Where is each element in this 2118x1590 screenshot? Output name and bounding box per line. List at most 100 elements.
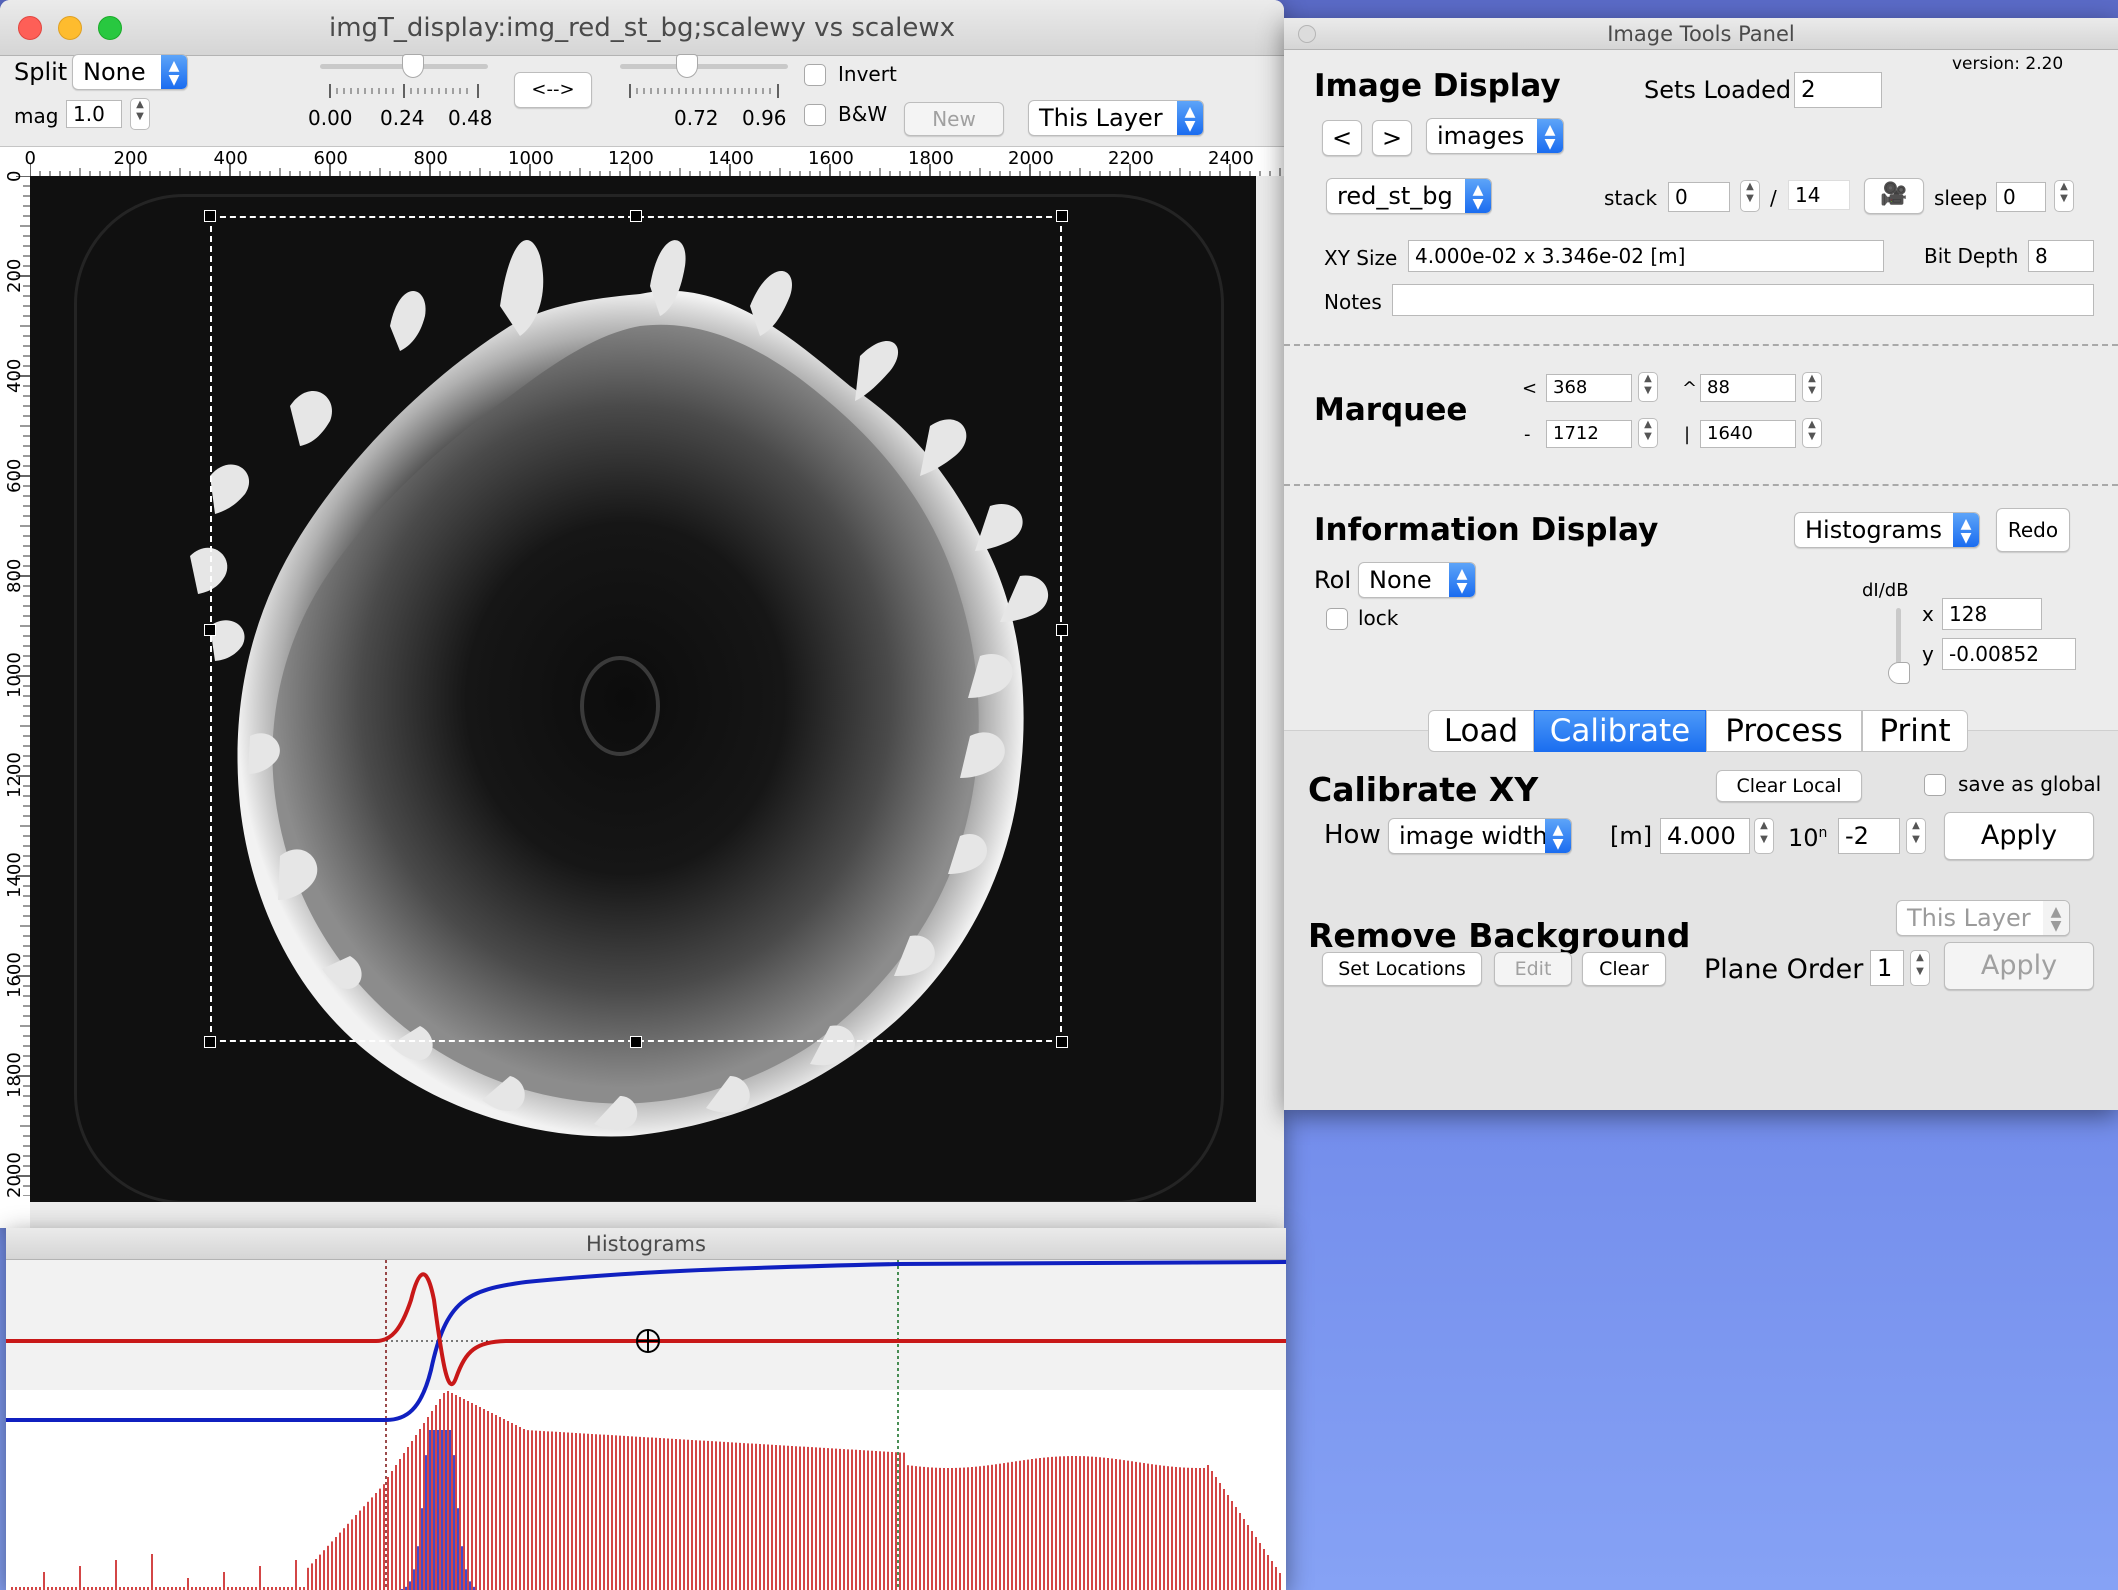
x-value-field: 128 — [1942, 598, 2042, 630]
marquee-handle[interactable] — [1056, 210, 1068, 222]
edit-button[interactable]: Edit — [1494, 952, 1572, 986]
sets-loaded-field[interactable]: 2 — [1794, 72, 1882, 108]
bw-label: B&W — [838, 102, 888, 126]
panel-titlebar[interactable]: Image Tools Panel — [1284, 18, 2118, 50]
marquee-left-stepper[interactable]: ▲ ▼ — [1638, 372, 1658, 402]
info-mode-select[interactable]: Histograms ▲ ▼ — [1794, 512, 1980, 548]
sleep-stepper[interactable]: ▲ ▼ — [2054, 180, 2074, 212]
marquee-handle[interactable] — [204, 624, 216, 636]
redo-button[interactable]: Redo — [1996, 508, 2070, 552]
marquee-height-field[interactable]: 1640 — [1700, 420, 1796, 448]
sleep-label: sleep — [1934, 186, 1988, 210]
slider1-tick-0: 0.00 — [308, 106, 353, 130]
y-ruler-tick-label: 200 — [4, 258, 25, 293]
background-layer-select[interactable]: This Layer ▲ ▼ — [1896, 900, 2070, 936]
calibrate-value-stepper[interactable]: ▲ ▼ — [1754, 818, 1774, 854]
marquee-width-symbol: - — [1524, 424, 1531, 445]
exponent-stepper[interactable]: ▲ ▼ — [1906, 818, 1926, 854]
remove-background-heading: Remove Background — [1308, 916, 1691, 955]
unit-label: [m] — [1610, 822, 1653, 850]
image-window-title: imgT_display:img_red_st_bg;scalewy vs sc… — [328, 13, 956, 43]
mag-field[interactable]: 1.0 — [66, 100, 122, 128]
slider-thumb[interactable] — [676, 54, 698, 78]
marquee-top-symbol: ^ — [1682, 378, 1698, 399]
slider2-tick-1: 0.96 — [742, 106, 787, 130]
calibrate-value-field[interactable]: 4.000 — [1660, 818, 1750, 854]
swap-range-button[interactable]: <--> — [514, 72, 592, 108]
save-as-global-checkbox[interactable] — [1924, 774, 1946, 796]
plane-order-stepper[interactable]: ▲ ▼ — [1910, 950, 1930, 986]
source-select-value: images — [1437, 122, 1525, 150]
didb-slider[interactable] — [1888, 608, 1910, 686]
split-label: Split — [14, 58, 68, 86]
panel-close-button[interactable] — [1298, 25, 1316, 43]
y-ruler-tick-label: 1600 — [4, 952, 25, 998]
high-level-slider[interactable] — [620, 54, 788, 100]
marquee-handle[interactable] — [1056, 624, 1068, 636]
stack-stepper[interactable]: ▲ ▼ — [1740, 180, 1760, 212]
tab-load[interactable]: Load — [1428, 710, 1534, 752]
marquee-width-stepper[interactable]: ▲ ▼ — [1638, 418, 1658, 448]
x-value-label: x — [1922, 602, 1934, 626]
close-window-button[interactable] — [18, 16, 42, 40]
y-ruler-tick-label: 1800 — [4, 1052, 25, 1098]
x-ruler-tick-label: 2000 — [1008, 148, 1054, 169]
marquee-left-field[interactable]: 368 — [1546, 374, 1632, 402]
image-canvas[interactable] — [30, 176, 1256, 1202]
minimize-window-button[interactable] — [58, 16, 82, 40]
marquee-handle[interactable] — [1056, 1036, 1068, 1048]
histogram-window: Histograms — [6, 1228, 1286, 1590]
calibrate-apply-button[interactable]: Apply — [1944, 812, 2094, 860]
sleep-field[interactable]: 0 — [1996, 182, 2046, 212]
histogram-plot[interactable] — [6, 1260, 1286, 1590]
background-apply-button[interactable]: Apply — [1944, 942, 2094, 990]
plane-order-field[interactable]: 1 — [1870, 950, 1904, 986]
clear-button[interactable]: Clear — [1582, 952, 1666, 986]
invert-checkbox[interactable] — [804, 64, 826, 86]
exponent-field[interactable]: -2 — [1838, 818, 1900, 854]
marquee-selection[interactable] — [210, 216, 1062, 1042]
marquee-width-field[interactable]: 1712 — [1546, 420, 1632, 448]
layer-select[interactable]: This Layer ▲ ▼ — [1028, 100, 1204, 136]
tab-process[interactable]: Process — [1706, 710, 1862, 752]
slider1-tick-2: 0.48 — [448, 106, 493, 130]
marquee-top-field[interactable]: 88 — [1700, 374, 1796, 402]
marquee-height-stepper[interactable]: ▲ ▼ — [1802, 418, 1822, 448]
split-select[interactable]: None ▲ ▼ — [72, 54, 188, 90]
source-select[interactable]: images ▲ ▼ — [1426, 118, 1564, 154]
low-level-slider[interactable] — [320, 54, 488, 100]
notes-field[interactable] — [1392, 284, 2094, 316]
image-select[interactable]: red_st_bg ▲ ▼ — [1326, 178, 1492, 214]
marquee-handle[interactable] — [630, 210, 642, 222]
image-window-titlebar[interactable]: imgT_display:img_red_st_bg;scalewy vs sc… — [0, 0, 1284, 56]
roi-select[interactable]: None ▲ ▼ — [1358, 562, 1476, 598]
clear-local-button[interactable]: Clear Local — [1716, 770, 1862, 802]
prev-set-button[interactable]: < — [1322, 120, 1362, 156]
chevron-updown-icon: ▲ ▼ — [2043, 901, 2069, 935]
lock-checkbox[interactable] — [1326, 608, 1348, 630]
marquee-handle[interactable] — [204, 1036, 216, 1048]
mag-stepper[interactable]: ▲ ▼ — [130, 98, 150, 130]
new-button[interactable]: New — [904, 102, 1004, 136]
roi-select-value: None — [1369, 566, 1432, 594]
tab-print[interactable]: Print — [1862, 710, 1968, 752]
calibrate-how-select[interactable]: image width ▲ ▼ — [1388, 818, 1572, 854]
set-locations-button[interactable]: Set Locations — [1322, 952, 1482, 986]
tab-calibrate[interactable]: Calibrate — [1534, 710, 1706, 752]
movie-camera-button[interactable]: 🎥 — [1864, 178, 1924, 214]
info-mode-select-value: Histograms — [1805, 516, 1943, 544]
chevron-updown-icon: ▲ ▼ — [161, 55, 187, 89]
invert-label: Invert — [838, 62, 897, 86]
marquee-handle[interactable] — [204, 210, 216, 222]
marquee-top-stepper[interactable]: ▲ ▼ — [1802, 372, 1822, 402]
y-ruler-tick-label: 0 — [4, 170, 25, 182]
next-set-button[interactable]: > — [1372, 120, 1412, 156]
bw-checkbox[interactable] — [804, 104, 826, 126]
zoom-window-button[interactable] — [98, 16, 122, 40]
marquee-handle[interactable] — [630, 1036, 642, 1048]
slider-thumb[interactable] — [1888, 662, 1910, 684]
stack-field[interactable]: 0 — [1668, 182, 1730, 212]
slider-thumb[interactable] — [402, 54, 424, 78]
histogram-window-titlebar[interactable]: Histograms — [6, 1228, 1286, 1260]
chevron-updown-icon: ▲ ▼ — [1465, 179, 1491, 213]
